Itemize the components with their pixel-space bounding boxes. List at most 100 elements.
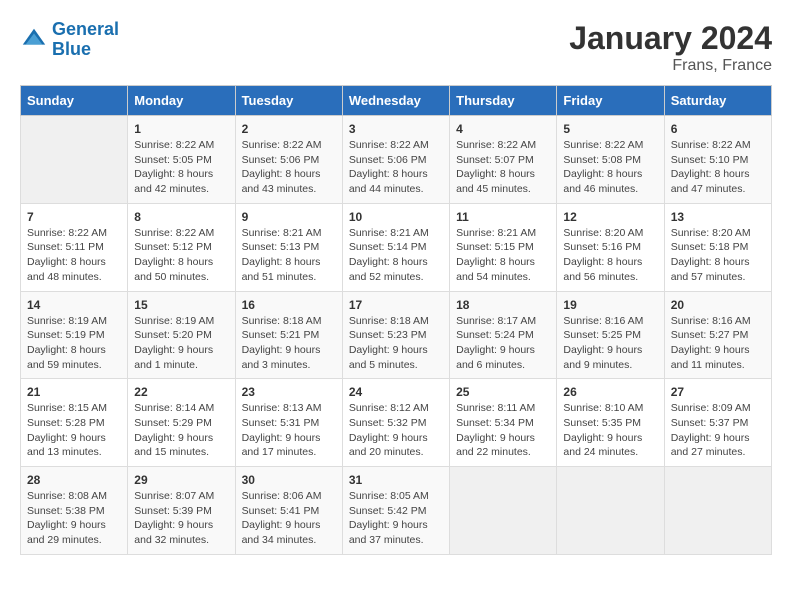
day-info: Sunrise: 8:21 AM Sunset: 5:14 PM Dayligh… xyxy=(349,226,443,285)
calendar-cell: 17 Sunrise: 8:18 AM Sunset: 5:23 PM Dayli… xyxy=(342,291,449,379)
day-info: Sunrise: 8:22 AM Sunset: 5:08 PM Dayligh… xyxy=(563,138,657,197)
calendar-cell: 26 Sunrise: 8:10 AM Sunset: 5:35 PM Dayli… xyxy=(557,379,664,467)
calendar-cell: 25 Sunrise: 8:11 AM Sunset: 5:34 PM Dayli… xyxy=(450,379,557,467)
day-info: Sunrise: 8:22 AM Sunset: 5:10 PM Dayligh… xyxy=(671,138,765,197)
calendar-cell: 19 Sunrise: 8:16 AM Sunset: 5:25 PM Dayli… xyxy=(557,291,664,379)
week-row-3: 14 Sunrise: 8:19 AM Sunset: 5:19 PM Dayli… xyxy=(21,291,772,379)
day-info: Sunrise: 8:21 AM Sunset: 5:13 PM Dayligh… xyxy=(242,226,336,285)
calendar-cell xyxy=(21,116,128,204)
main-title: January 2024 xyxy=(569,20,772,57)
day-number: 21 xyxy=(27,385,121,399)
calendar-cell: 27 Sunrise: 8:09 AM Sunset: 5:37 PM Dayli… xyxy=(664,379,771,467)
subtitle: Frans, France xyxy=(569,57,772,75)
day-info: Sunrise: 8:20 AM Sunset: 5:16 PM Dayligh… xyxy=(563,226,657,285)
day-number: 19 xyxy=(563,298,657,312)
calendar-cell xyxy=(450,467,557,555)
day-info: Sunrise: 8:10 AM Sunset: 5:35 PM Dayligh… xyxy=(563,401,657,460)
day-number: 16 xyxy=(242,298,336,312)
calendar-cell: 4 Sunrise: 8:22 AM Sunset: 5:07 PM Daylig… xyxy=(450,116,557,204)
day-number: 2 xyxy=(242,122,336,136)
day-info: Sunrise: 8:17 AM Sunset: 5:24 PM Dayligh… xyxy=(456,314,550,373)
day-info: Sunrise: 8:22 AM Sunset: 5:11 PM Dayligh… xyxy=(27,226,121,285)
day-number: 23 xyxy=(242,385,336,399)
calendar-cell: 13Sunrise: 8:20 AM Sunset: 5:18 PM Dayli… xyxy=(664,203,771,291)
day-number: 13 xyxy=(671,210,765,224)
calendar-cell xyxy=(557,467,664,555)
day-info: Sunrise: 8:16 AM Sunset: 5:27 PM Dayligh… xyxy=(671,314,765,373)
week-row-2: 7 Sunrise: 8:22 AM Sunset: 5:11 PM Daylig… xyxy=(21,203,772,291)
day-info: Sunrise: 8:22 AM Sunset: 5:06 PM Dayligh… xyxy=(242,138,336,197)
column-header-friday: Friday xyxy=(557,86,664,116)
logo-text: General Blue xyxy=(52,20,119,60)
day-info: Sunrise: 8:07 AM Sunset: 5:39 PM Dayligh… xyxy=(134,489,228,548)
logo-line1: General xyxy=(52,19,119,39)
calendar-cell: 30Sunrise: 8:06 AM Sunset: 5:41 PM Dayli… xyxy=(235,467,342,555)
calendar-cell: 28 Sunrise: 8:08 AM Sunset: 5:38 PM Dayli… xyxy=(21,467,128,555)
day-info: Sunrise: 8:18 AM Sunset: 5:23 PM Dayligh… xyxy=(349,314,443,373)
column-header-monday: Monday xyxy=(128,86,235,116)
day-info: Sunrise: 8:09 AM Sunset: 5:37 PM Dayligh… xyxy=(671,401,765,460)
day-number: 27 xyxy=(671,385,765,399)
logo: General Blue xyxy=(20,20,119,60)
day-info: Sunrise: 8:22 AM Sunset: 5:05 PM Dayligh… xyxy=(134,138,228,197)
day-number: 20 xyxy=(671,298,765,312)
day-info: Sunrise: 8:12 AM Sunset: 5:32 PM Dayligh… xyxy=(349,401,443,460)
day-number: 8 xyxy=(134,210,228,224)
calendar-cell: 14 Sunrise: 8:19 AM Sunset: 5:19 PM Dayli… xyxy=(21,291,128,379)
day-number: 18 xyxy=(456,298,550,312)
day-number: 4 xyxy=(456,122,550,136)
day-number: 22 xyxy=(134,385,228,399)
column-header-tuesday: Tuesday xyxy=(235,86,342,116)
day-info: Sunrise: 8:13 AM Sunset: 5:31 PM Dayligh… xyxy=(242,401,336,460)
column-header-saturday: Saturday xyxy=(664,86,771,116)
day-number: 5 xyxy=(563,122,657,136)
day-number: 26 xyxy=(563,385,657,399)
calendar-cell xyxy=(664,467,771,555)
day-number: 10 xyxy=(349,210,443,224)
column-header-sunday: Sunday xyxy=(21,86,128,116)
day-number: 3 xyxy=(349,122,443,136)
day-number: 17 xyxy=(349,298,443,312)
day-info: Sunrise: 8:22 AM Sunset: 5:12 PM Dayligh… xyxy=(134,226,228,285)
day-info: Sunrise: 8:05 AM Sunset: 5:42 PM Dayligh… xyxy=(349,489,443,548)
calendar-cell: 23 Sunrise: 8:13 AM Sunset: 5:31 PM Dayli… xyxy=(235,379,342,467)
day-number: 14 xyxy=(27,298,121,312)
calendar-table: SundayMondayTuesdayWednesdayThursdayFrid… xyxy=(20,85,772,555)
calendar-cell: 21Sunrise: 8:15 AM Sunset: 5:28 PM Dayli… xyxy=(21,379,128,467)
day-number: 30 xyxy=(242,473,336,487)
day-info: Sunrise: 8:11 AM Sunset: 5:34 PM Dayligh… xyxy=(456,401,550,460)
calendar-cell: 2 Sunrise: 8:22 AM Sunset: 5:06 PM Daylig… xyxy=(235,116,342,204)
week-row-4: 21Sunrise: 8:15 AM Sunset: 5:28 PM Dayli… xyxy=(21,379,772,467)
calendar-cell: 18 Sunrise: 8:17 AM Sunset: 5:24 PM Dayli… xyxy=(450,291,557,379)
calendar-cell: 24Sunrise: 8:12 AM Sunset: 5:32 PM Dayli… xyxy=(342,379,449,467)
calendar-cell: 12Sunrise: 8:20 AM Sunset: 5:16 PM Dayli… xyxy=(557,203,664,291)
day-number: 29 xyxy=(134,473,228,487)
calendar-cell: 20 Sunrise: 8:16 AM Sunset: 5:27 PM Dayli… xyxy=(664,291,771,379)
page-header: General Blue January 2024 Frans, France xyxy=(20,20,772,75)
calendar-header-row: SundayMondayTuesdayWednesdayThursdayFrid… xyxy=(21,86,772,116)
week-row-1: 1Sunrise: 8:22 AM Sunset: 5:05 PM Daylig… xyxy=(21,116,772,204)
day-info: Sunrise: 8:22 AM Sunset: 5:06 PM Dayligh… xyxy=(349,138,443,197)
day-info: Sunrise: 8:08 AM Sunset: 5:38 PM Dayligh… xyxy=(27,489,121,548)
calendar-cell: 5 Sunrise: 8:22 AM Sunset: 5:08 PM Daylig… xyxy=(557,116,664,204)
day-number: 7 xyxy=(27,210,121,224)
calendar-cell: 31 Sunrise: 8:05 AM Sunset: 5:42 PM Dayli… xyxy=(342,467,449,555)
calendar-cell: 22 Sunrise: 8:14 AM Sunset: 5:29 PM Dayli… xyxy=(128,379,235,467)
calendar-cell: 3 Sunrise: 8:22 AM Sunset: 5:06 PM Daylig… xyxy=(342,116,449,204)
calendar-cell: 8 Sunrise: 8:22 AM Sunset: 5:12 PM Daylig… xyxy=(128,203,235,291)
day-number: 31 xyxy=(349,473,443,487)
logo-icon xyxy=(20,26,48,54)
day-number: 25 xyxy=(456,385,550,399)
day-info: Sunrise: 8:19 AM Sunset: 5:19 PM Dayligh… xyxy=(27,314,121,373)
day-info: Sunrise: 8:14 AM Sunset: 5:29 PM Dayligh… xyxy=(134,401,228,460)
logo-line2: Blue xyxy=(52,39,91,59)
calendar-cell: 7 Sunrise: 8:22 AM Sunset: 5:11 PM Daylig… xyxy=(21,203,128,291)
day-number: 28 xyxy=(27,473,121,487)
day-number: 9 xyxy=(242,210,336,224)
day-info: Sunrise: 8:21 AM Sunset: 5:15 PM Dayligh… xyxy=(456,226,550,285)
day-info: Sunrise: 8:16 AM Sunset: 5:25 PM Dayligh… xyxy=(563,314,657,373)
day-number: 6 xyxy=(671,122,765,136)
title-block: January 2024 Frans, France xyxy=(569,20,772,75)
day-info: Sunrise: 8:22 AM Sunset: 5:07 PM Dayligh… xyxy=(456,138,550,197)
day-number: 15 xyxy=(134,298,228,312)
